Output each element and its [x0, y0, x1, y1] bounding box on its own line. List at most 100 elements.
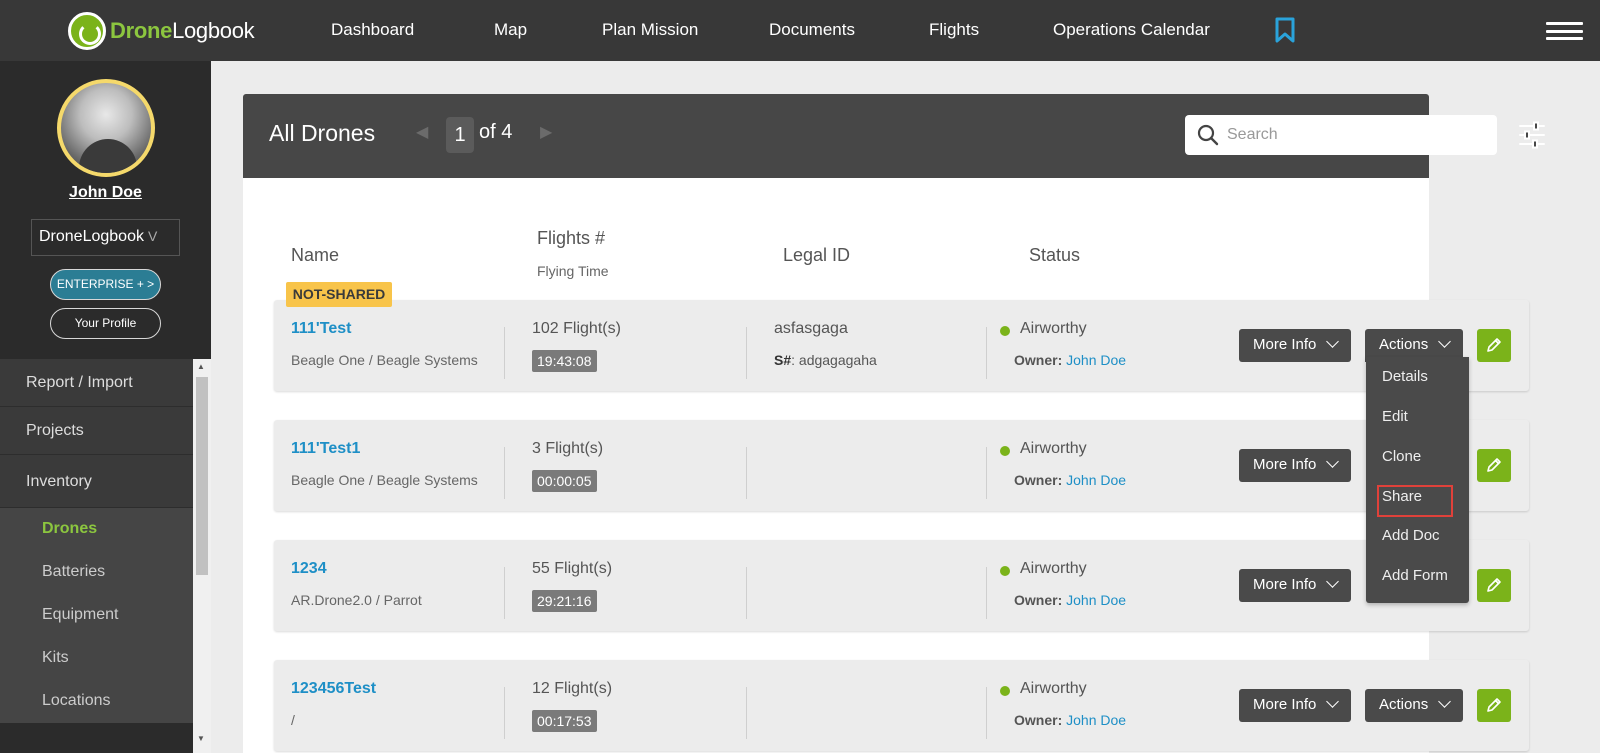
bookmark-icon[interactable] — [1275, 17, 1295, 43]
page-count: of 4 — [479, 121, 513, 143]
more-info-button[interactable]: More Info — [1239, 689, 1352, 722]
nav-dashboard[interactable]: Dashboard — [331, 20, 414, 40]
nav-operations-calendar[interactable]: Operations Calendar — [1053, 20, 1210, 40]
sidebar-scrollbar[interactable]: ▲ ▼ — [193, 359, 211, 753]
flying-time-badge: 00:00:05 — [532, 470, 597, 492]
page-title: All Drones — [269, 120, 376, 146]
flight-count: 12 Flight(s) — [532, 680, 613, 697]
chevron-down-icon — [1438, 695, 1452, 708]
search-input[interactable] — [1227, 124, 1487, 146]
column-header-status[interactable]: Status — [1029, 245, 1080, 266]
prev-page-icon[interactable]: ◀ — [416, 122, 428, 142]
flight-count: 3 Flight(s) — [532, 440, 604, 457]
nav-documents[interactable]: Documents — [769, 20, 855, 40]
pencil-icon — [1487, 698, 1501, 712]
column-header-name[interactable]: Name — [291, 245, 339, 266]
action-details[interactable]: Details — [1382, 368, 1428, 385]
drone-model: Beagle One / Beagle Systems — [291, 472, 478, 488]
sidebar-item-report-import[interactable]: Report / Import — [0, 359, 193, 407]
status-dot-icon — [1000, 686, 1010, 696]
flight-count: 102 Flight(s) — [532, 320, 621, 337]
serial-number: S#: adgagagaha — [774, 352, 877, 368]
drone-name-link[interactable]: 111'Test — [291, 320, 351, 338]
search-box — [1185, 115, 1497, 155]
chevron-down-icon — [1326, 575, 1340, 588]
drone-name-link[interactable]: 1234 — [291, 560, 327, 578]
actions-button[interactable]: Actions — [1365, 689, 1464, 722]
sidebar-menu: Report / Import Projects Inventory Drone… — [0, 359, 193, 723]
current-page-number[interactable]: 1 — [446, 117, 474, 153]
flying-time-badge: 29:21:16 — [532, 590, 597, 612]
action-edit[interactable]: Edit — [1382, 408, 1408, 425]
your-profile-button[interactable]: Your Profile — [50, 308, 161, 339]
sidebar-item-projects[interactable]: Projects — [0, 407, 193, 455]
owner-link[interactable]: John Doe — [1066, 592, 1126, 608]
action-clone[interactable]: Clone — [1382, 448, 1421, 465]
chevron-down-icon — [1326, 455, 1340, 468]
pencil-icon — [1487, 578, 1501, 592]
status-dot-icon — [1000, 566, 1010, 576]
owner: Owner: John Doe — [1014, 472, 1127, 488]
next-page-icon[interactable]: ▶ — [540, 122, 552, 142]
nav-plan-mission[interactable]: Plan Mission — [602, 20, 698, 40]
edit-button[interactable] — [1477, 449, 1511, 482]
more-info-button[interactable]: More Info — [1239, 569, 1352, 602]
owner-link[interactable]: John Doe — [1066, 352, 1126, 368]
action-add-form[interactable]: Add Form — [1382, 567, 1448, 584]
scroll-thumb[interactable] — [196, 377, 208, 575]
actions-dropdown-menu: Details Edit Clone Share Add Doc Add For… — [1366, 357, 1469, 603]
nav-map[interactable]: Map — [494, 20, 527, 40]
chevron-down-icon — [1326, 335, 1340, 348]
pencil-icon — [1487, 458, 1501, 472]
status-text: Airworthy — [1020, 320, 1087, 337]
drones-panel-header: All Drones ◀ 1 of 4 ▶ — [243, 94, 1545, 178]
hamburger-menu-icon[interactable] — [1546, 22, 1583, 40]
scroll-down-arrow-icon[interactable]: ▼ — [197, 734, 205, 743]
status-text: Airworthy — [1020, 440, 1087, 457]
edit-button[interactable] — [1477, 689, 1511, 722]
edit-button[interactable] — [1477, 569, 1511, 602]
more-info-button[interactable]: More Info — [1239, 329, 1352, 362]
enterprise-button[interactable]: ENTERPRISE + > — [50, 269, 161, 300]
inventory-submenu: Drones Batteries Equipment Kits Location… — [0, 508, 193, 723]
organization-select[interactable]: DroneLogbook V — [31, 219, 180, 256]
sidebar-item-inventory[interactable]: Inventory — [0, 455, 193, 508]
table-row: 111'Test Beagle One / Beagle Systems 102… — [274, 300, 1529, 391]
status-text: Airworthy — [1020, 560, 1087, 577]
sidebar-item-drones[interactable]: Drones — [0, 508, 193, 551]
status-text: Airworthy — [1020, 680, 1087, 697]
owner-link[interactable]: John Doe — [1066, 472, 1126, 488]
drone-name-link[interactable]: 111'Test1 — [291, 440, 360, 458]
top-navbar: DroneLogbook Dashboard Map Plan Mission … — [0, 0, 1600, 61]
owner-link[interactable]: John Doe — [1066, 712, 1126, 728]
legal-id: asfasgaga — [774, 320, 848, 337]
sidebar-item-kits[interactable]: Kits — [0, 637, 193, 680]
column-header-flying-time[interactable]: Flying Time — [537, 263, 609, 279]
search-icon — [1197, 124, 1219, 146]
edit-button[interactable] — [1477, 329, 1511, 362]
user-name-link[interactable]: John Doe — [0, 184, 211, 202]
scroll-up-arrow-icon[interactable]: ▲ — [197, 362, 205, 371]
avatar[interactable] — [57, 79, 155, 177]
chevron-down-icon: V — [147, 228, 158, 244]
owner: Owner: John Doe — [1014, 352, 1127, 368]
sidebar-item-locations[interactable]: Locations — [0, 680, 193, 723]
flying-time-badge: 19:43:08 — [532, 350, 597, 372]
nav-flights[interactable]: Flights — [929, 20, 979, 40]
sidebar-item-equipment[interactable]: Equipment — [0, 594, 193, 637]
drone-model: / — [291, 712, 295, 728]
filter-settings-icon[interactable] — [1518, 121, 1546, 149]
more-info-button[interactable]: More Info — [1239, 449, 1352, 482]
drone-model: Beagle One / Beagle Systems — [291, 352, 478, 368]
app-logo[interactable]: DroneLogbook — [68, 11, 255, 51]
action-add-doc[interactable]: Add Doc — [1382, 527, 1440, 544]
drone-name-link[interactable]: 123456Test — [291, 680, 376, 698]
column-header-flights[interactable]: Flights # — [537, 228, 605, 249]
chevron-down-icon — [1326, 695, 1340, 708]
pencil-icon — [1487, 338, 1501, 352]
table-row: 111'Test1 Beagle One / Beagle Systems 3 … — [274, 420, 1529, 511]
sidebar-item-batteries[interactable]: Batteries — [0, 551, 193, 594]
owner: Owner: John Doe — [1014, 592, 1127, 608]
action-share[interactable]: Share — [1382, 488, 1422, 505]
column-header-legal-id[interactable]: Legal ID — [783, 245, 850, 266]
